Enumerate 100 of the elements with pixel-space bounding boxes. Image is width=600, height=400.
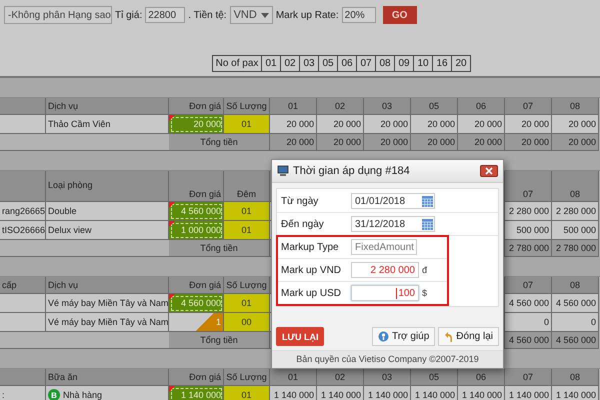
total-cell: 4 560 000 xyxy=(505,332,552,349)
calendar-icon[interactable] xyxy=(422,196,433,206)
total-label: Tổng tiền xyxy=(169,332,270,349)
column-header: 01 xyxy=(270,98,317,115)
table-cell: 500 000 xyxy=(552,221,599,240)
total-cell: 2 780 000 xyxy=(552,240,599,257)
column-header: Số Lượng xyxy=(224,369,270,386)
column-header: Bữa ăn xyxy=(46,369,169,386)
quantity-field[interactable]: 01 xyxy=(224,386,270,400)
pax-option[interactable]: 10 xyxy=(413,55,433,72)
table-cell: 1 140 000 xyxy=(458,386,505,400)
category-badge: B xyxy=(48,389,60,400)
column-header: 06 xyxy=(458,369,505,386)
pax-option[interactable]: 20 xyxy=(451,55,471,72)
column-header: 01 xyxy=(270,369,317,386)
column-header: 02 xyxy=(317,369,364,386)
quantity-field[interactable]: 01 xyxy=(224,294,270,313)
quantity-field[interactable]: 01 xyxy=(224,221,270,240)
column-header: 07 xyxy=(505,171,552,202)
total-cell: 20 000 xyxy=(317,134,364,151)
column-header: 06 xyxy=(458,98,505,115)
caret-icon xyxy=(260,12,269,18)
total-cell: 20 000 xyxy=(364,134,411,151)
column-header: 07 xyxy=(505,369,552,386)
field-label: Từ ngày xyxy=(280,196,320,206)
column-header: 05 xyxy=(411,369,458,386)
column-header: Đêm xyxy=(224,171,270,202)
column-header: 08 xyxy=(552,171,599,202)
column-header: Số Lượng xyxy=(224,98,270,115)
pax-option[interactable]: 03 xyxy=(299,55,319,72)
column-header: 08 xyxy=(552,277,599,294)
table-cell: Thảo Cầm Viên xyxy=(46,115,169,134)
field-label: Mark up USD xyxy=(280,288,342,298)
table-cell: 1 140 000 xyxy=(317,386,364,400)
pax-option[interactable]: 02 xyxy=(280,55,300,72)
table-cell: 20 000 xyxy=(411,115,458,134)
currency-select[interactable]: VND xyxy=(230,6,273,24)
column-header: Đơn giá xyxy=(169,277,224,294)
total-cell: 20 000 xyxy=(552,134,599,151)
help-icon xyxy=(378,331,389,342)
pax-option[interactable]: 07 xyxy=(356,55,376,72)
pax-option[interactable]: 06 xyxy=(337,55,357,72)
go-button[interactable]: GO xyxy=(382,6,417,24)
table-cell: 20 000 xyxy=(505,115,552,134)
table-cell: Vé máy bay Miền Tây và Nam xyxy=(46,294,169,313)
pax-label: No of pax xyxy=(212,55,262,72)
currency-label: . Tiền tệ: xyxy=(188,10,227,20)
column-header: Dịch vụ xyxy=(46,277,169,294)
rate-input[interactable]: 22800 xyxy=(145,7,186,23)
pax-option[interactable]: 09 xyxy=(394,55,414,72)
table-cell: 1 140 000 xyxy=(411,386,458,400)
markup-rate-label: Mark up Rate: xyxy=(276,10,339,20)
quantity-field[interactable]: 00 xyxy=(224,313,270,332)
column-header: 05 xyxy=(411,98,458,115)
close-button[interactable] xyxy=(480,165,498,177)
markup-type-select[interactable]: FixedAmount xyxy=(351,239,417,255)
table-cell: 0 xyxy=(552,313,599,332)
total-cell: 2 780 000 xyxy=(505,240,552,257)
table-cell: 4 560 000 xyxy=(552,294,599,313)
table-cell: 2 280 000 xyxy=(505,202,552,221)
pax-option[interactable]: 08 xyxy=(375,55,395,72)
column-header: 07 xyxy=(505,98,552,115)
table-cell: 20 000 xyxy=(317,115,364,134)
total-cell: 20 000 xyxy=(505,134,552,151)
back-arrow-icon xyxy=(444,331,454,342)
table-cell: Vé máy bay Miền Tây và Nam xyxy=(46,313,169,332)
amount-input[interactable]: 2 280 000 xyxy=(351,262,419,278)
pax-option[interactable]: 01 xyxy=(261,55,281,72)
help-button[interactable]: Trợ giúp xyxy=(372,327,436,346)
markup-rate-input[interactable]: 20% xyxy=(342,7,376,23)
total-cell: 20 000 xyxy=(270,134,317,151)
field-label: Markup Type xyxy=(280,242,340,252)
quantity-field[interactable]: 01 xyxy=(224,202,270,221)
table-cell: 20 000 xyxy=(270,115,317,134)
table-cell: 0 xyxy=(505,313,552,332)
pax-option[interactable]: 05 xyxy=(318,55,338,72)
column-header: cấp xyxy=(0,277,46,294)
pax-option[interactable]: 16 xyxy=(432,55,452,72)
date-input[interactable]: 01/01/2018 xyxy=(351,193,435,209)
total-cell: 20 000 xyxy=(458,134,505,151)
total-cell: 4 560 000 xyxy=(552,332,599,349)
date-input[interactable]: 31/12/2018 xyxy=(351,216,435,232)
column-header: 07 xyxy=(505,277,552,294)
column-header xyxy=(0,98,46,115)
currency-unit: đ xyxy=(422,265,428,275)
quantity-field[interactable]: 01 xyxy=(224,115,270,134)
table-cell: Delux view xyxy=(46,221,169,240)
star-filter-select[interactable]: -Không phân Hạng sao xyxy=(4,6,112,24)
column-header: Đơn giá xyxy=(169,369,224,386)
column-header: 08 xyxy=(552,98,599,115)
field-label: Mark up VND xyxy=(280,264,342,276)
column-header: Đơn giá xyxy=(169,171,224,202)
column-header: Số Lượng xyxy=(224,277,270,294)
close-dialog-button[interactable]: Đóng lại xyxy=(438,327,499,346)
amount-input[interactable]: 100 xyxy=(351,285,419,301)
column-header: Loại phòng xyxy=(46,171,169,202)
calendar-icon[interactable] xyxy=(422,218,433,230)
column-header: 03 xyxy=(364,369,411,386)
close-icon xyxy=(485,167,493,175)
save-button[interactable]: LƯU LẠI xyxy=(276,327,324,346)
